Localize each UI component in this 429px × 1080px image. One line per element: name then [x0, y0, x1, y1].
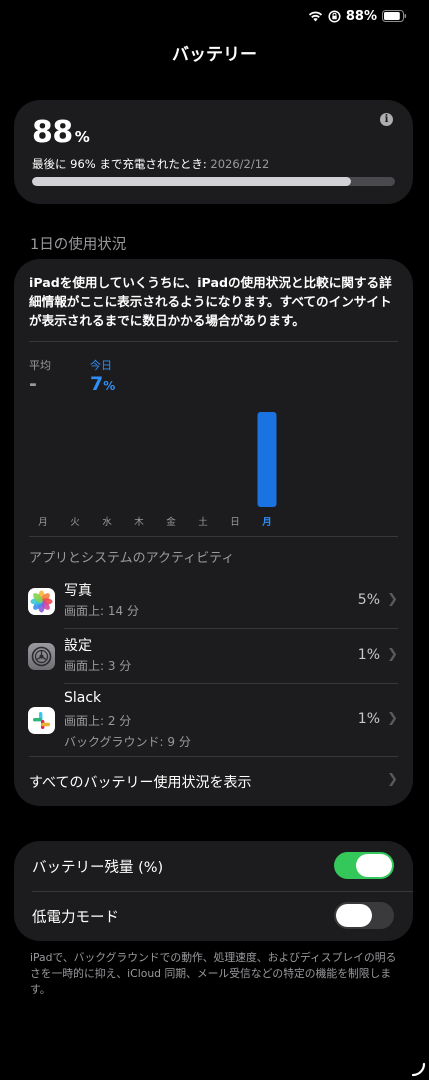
- daily-usage-label: 1日の使用状況: [30, 237, 127, 253]
- last-charged-label: 最後に 96% まで充電されたとき:: [32, 157, 211, 171]
- chart-day-label: 月: [38, 517, 48, 528]
- app-battery-percent: 5%: [357, 592, 380, 608]
- divider: [29, 536, 398, 537]
- app-background-time: バックグラウンド: 9 分: [64, 735, 191, 749]
- divider: [29, 756, 398, 757]
- battery-level-card: 88% i 最後に 96% まで充電されたとき: 2026/2/12: [14, 100, 413, 204]
- app-screen-time: 画面上: 3 分: [64, 659, 132, 673]
- chart-day-label: 水: [102, 517, 112, 528]
- app-name: 設定: [64, 638, 92, 654]
- chevron-right-icon: ❯: [387, 647, 398, 662]
- low-power-mode-footnote: iPadで、バックグラウンドでの動作、処理速度、およびディスプレイの明るさを一時…: [30, 951, 397, 996]
- last-charged-date: 2026/2/12: [210, 157, 270, 171]
- low-power-mode-label: 低電力モード: [32, 910, 119, 926]
- battery-percentage-row: バッテリー残量 (%): [14, 841, 413, 892]
- photos-icon: [28, 588, 55, 615]
- last-charged-text: 最後に 96% まで充電されたとき: 2026/2/12: [32, 156, 269, 172]
- divider: [64, 683, 398, 684]
- battery-percentage-toggle[interactable]: [334, 852, 394, 879]
- daily-usage-card: iPadを使用していくうちに、iPadの使用状況と比較に関する詳細情報がここに表…: [14, 259, 413, 806]
- chart-bar: [257, 412, 277, 507]
- corner-resize-handle[interactable]: [410, 1061, 426, 1077]
- app-row-settings[interactable]: 設定 画面上: 3 分 1% ❯: [14, 635, 413, 684]
- battery-percent-text: 88%: [345, 8, 377, 24]
- app-battery-percent: 1%: [357, 647, 380, 663]
- battery-settings-card: バッテリー残量 (%) 低電力モード: [14, 841, 413, 941]
- status-bar: 88%: [308, 6, 407, 26]
- chart-day-label: 金: [166, 517, 176, 528]
- show-all-battery-usage-link[interactable]: すべてのバッテリー使用状況を表示: [29, 772, 251, 792]
- app-name: Slack: [64, 690, 102, 706]
- divider: [64, 628, 398, 629]
- page-title: バッテリー: [172, 45, 257, 65]
- battery-level-value: 88: [32, 115, 73, 150]
- app-row-slack[interactable]: Slack 画面上: 2 分 バックグラウンド: 9 分 1% ❯: [14, 690, 413, 756]
- app-screen-time: 画面上: 14 分: [64, 604, 139, 618]
- app-name: 写真: [64, 583, 92, 599]
- chevron-right-icon: ❯: [387, 711, 398, 726]
- info-icon[interactable]: i: [380, 113, 393, 126]
- settings-gear-icon: [28, 643, 55, 670]
- toggle-knob: [336, 904, 372, 927]
- chart-day-label: 火: [70, 517, 80, 528]
- activity-title: アプリとシステムのアクティビティ: [29, 551, 235, 566]
- battery-level-bar-fill: [32, 177, 352, 186]
- chevron-right-icon: ❯: [387, 592, 398, 607]
- chart-day-label: 日: [230, 517, 240, 528]
- battery-icon: [382, 10, 407, 22]
- battery-level: 88%: [32, 115, 90, 150]
- app-row-photos[interactable]: 写真 画面上: 14 分 5% ❯: [14, 580, 413, 629]
- low-power-mode-toggle[interactable]: [334, 902, 394, 929]
- app-screen-time: 画面上: 2 分: [64, 714, 132, 728]
- toggle-knob: [356, 854, 392, 877]
- orientation-lock-icon: [328, 9, 341, 23]
- wifi-icon: [308, 11, 322, 22]
- low-power-mode-row: 低電力モード: [14, 891, 413, 941]
- chart-day-label: 月: [262, 517, 272, 528]
- app-battery-percent: 1%: [357, 711, 380, 727]
- battery-percentage-label: バッテリー残量 (%): [32, 860, 164, 876]
- chart-day-label: 土: [198, 517, 208, 528]
- battery-level-unit: %: [74, 128, 90, 146]
- battery-level-bar: [32, 177, 395, 186]
- slack-icon: [28, 707, 55, 734]
- chart-day-label: 木: [134, 517, 144, 528]
- chevron-right-icon: ❯: [387, 772, 398, 787]
